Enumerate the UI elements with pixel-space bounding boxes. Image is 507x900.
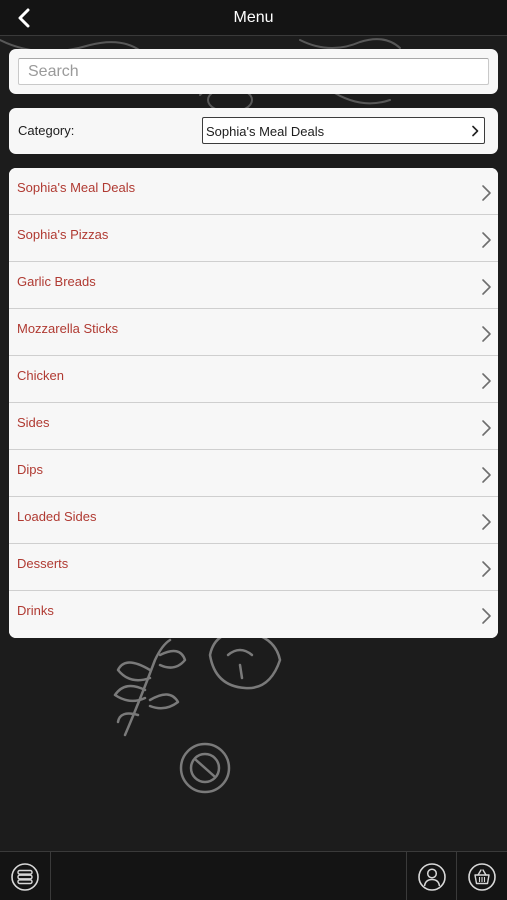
- list-item[interactable]: Mozzarella Sticks: [9, 309, 498, 356]
- list-item[interactable]: Sophia's Pizzas: [9, 215, 498, 262]
- search-card: [9, 49, 498, 94]
- list-item-label: Drinks: [17, 603, 54, 618]
- chevron-right-icon: [482, 467, 491, 483]
- list-item[interactable]: Drinks: [9, 591, 498, 638]
- page-title: Menu: [233, 9, 274, 26]
- chevron-right-icon: [482, 608, 491, 624]
- divider: [406, 852, 407, 900]
- list-item[interactable]: Sophia's Meal Deals: [9, 168, 498, 215]
- top-bar: Menu: [0, 0, 507, 36]
- list-item[interactable]: Desserts: [9, 544, 498, 591]
- chevron-right-icon: [482, 326, 491, 342]
- chevron-right-icon: [482, 232, 491, 248]
- list-item[interactable]: Dips: [9, 450, 498, 497]
- list-item[interactable]: Sides: [9, 403, 498, 450]
- list-item-label: Sophia's Meal Deals: [17, 180, 136, 195]
- category-label: Category:: [18, 123, 75, 138]
- list-item-label: Dips: [17, 462, 44, 477]
- chevron-right-icon: [482, 185, 491, 201]
- basket-icon: [468, 863, 496, 891]
- list-item-label: Chicken: [17, 368, 64, 383]
- menu-stack-icon: [11, 863, 39, 891]
- divider: [456, 852, 457, 900]
- list-item-label: Desserts: [17, 556, 69, 571]
- menu-stack-button[interactable]: [9, 861, 41, 893]
- chevron-right-icon: [482, 514, 491, 530]
- chevron-right-icon: [472, 125, 479, 137]
- category-dropdown[interactable]: Sophia's Meal Deals: [202, 117, 485, 144]
- category-selected-value: Sophia's Meal Deals: [206, 124, 325, 139]
- list-item-label: Sides: [17, 415, 50, 430]
- chevron-right-icon: [482, 279, 491, 295]
- list-item[interactable]: Chicken: [9, 356, 498, 403]
- category-card: Category: Sophia's Meal Deals: [9, 108, 498, 154]
- chevron-right-icon: [482, 420, 491, 436]
- bottom-bar: [0, 851, 507, 900]
- user-icon: [418, 863, 446, 891]
- chevron-right-icon: [482, 561, 491, 577]
- list-item-label: Loaded Sides: [17, 509, 97, 524]
- list-item[interactable]: Garlic Breads: [9, 262, 498, 309]
- chevron-right-icon: [482, 373, 491, 389]
- category-list: Sophia's Meal Deals Sophia's Pizzas Garl…: [9, 168, 498, 638]
- list-item-label: Sophia's Pizzas: [17, 227, 109, 242]
- account-button[interactable]: [416, 861, 448, 893]
- list-item[interactable]: Loaded Sides: [9, 497, 498, 544]
- divider: [50, 852, 51, 900]
- basket-button[interactable]: [466, 861, 498, 893]
- list-item-label: Mozzarella Sticks: [17, 321, 119, 336]
- list-item-label: Garlic Breads: [17, 274, 96, 289]
- search-input[interactable]: [18, 58, 489, 85]
